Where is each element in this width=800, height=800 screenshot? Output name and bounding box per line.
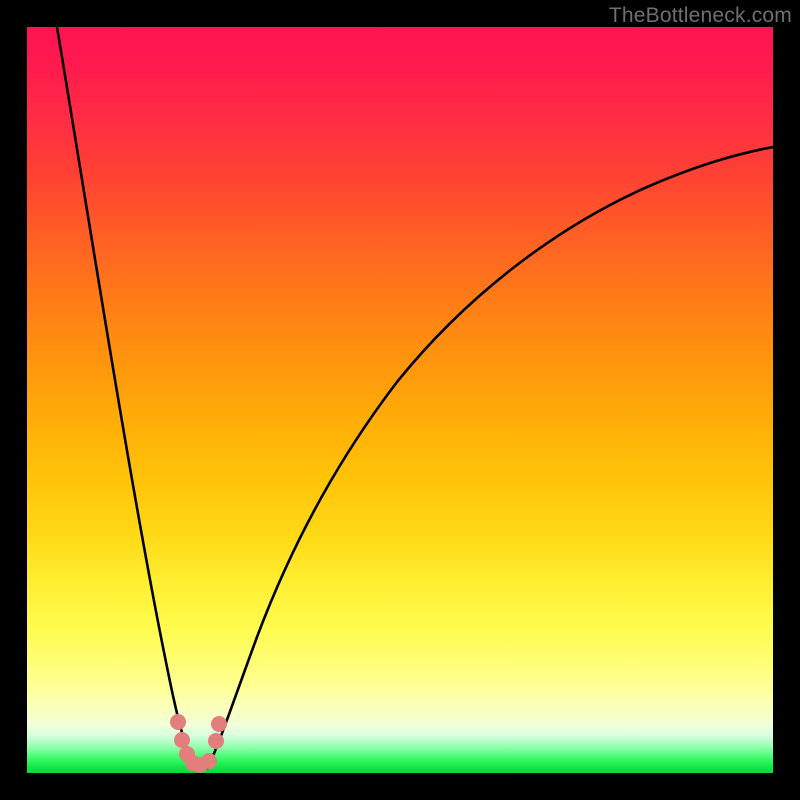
marker-dot bbox=[174, 732, 190, 748]
marker-layer bbox=[170, 714, 227, 773]
chart-frame: TheBottleneck.com bbox=[0, 0, 800, 800]
chart-svg bbox=[27, 27, 773, 773]
plot-area bbox=[27, 27, 773, 773]
attribution-text: TheBottleneck.com bbox=[609, 4, 792, 28]
curve-layer bbox=[57, 27, 773, 769]
marker-dot bbox=[211, 716, 227, 732]
right-curve bbox=[207, 147, 773, 769]
left-curve bbox=[57, 27, 197, 769]
marker-dot bbox=[208, 733, 224, 749]
marker-dot bbox=[170, 714, 186, 730]
marker-dot bbox=[201, 753, 217, 769]
